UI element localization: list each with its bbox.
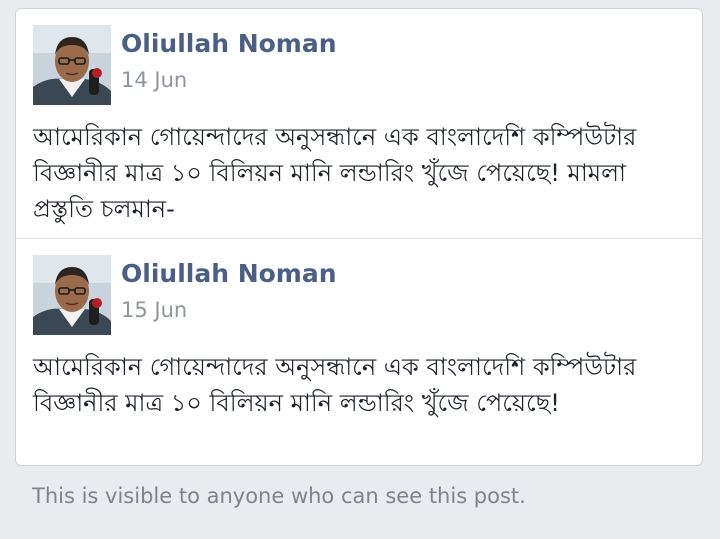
post-item: Oliullah Noman 15 Jun আমেরিকান গোয়েন্দা… [16,239,702,465]
avatar-photo-icon [33,255,111,335]
visibility-note: This is visible to anyone who can see th… [32,484,526,508]
post-date[interactable]: 14 Jun [121,68,187,92]
avatar[interactable] [33,25,111,105]
avatar[interactable] [33,255,111,335]
author-name[interactable]: Oliullah Noman [121,259,337,288]
comments-card: Oliullah Noman 14 Jun আমেরিকান গোয়েন্দা… [15,8,703,466]
avatar-photo-icon [33,25,111,105]
post-text: আমেরিকান গোয়েন্দাদের অনুসন্ধানে এক বাংল… [33,353,637,417]
post-text: আমেরিকান গোয়েন্দাদের অনুসন্ধানে এক বাংল… [33,123,637,223]
author-name[interactable]: Oliullah Noman [121,29,337,58]
post-date[interactable]: 15 Jun [121,298,187,322]
post-item: Oliullah Noman 14 Jun আমেরিকান গোয়েন্দা… [16,9,702,238]
